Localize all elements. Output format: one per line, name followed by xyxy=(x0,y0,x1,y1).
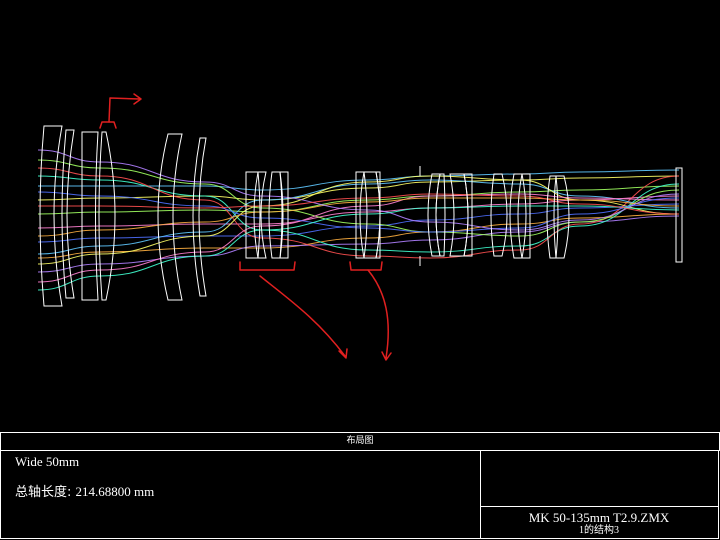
lens-element-6 xyxy=(192,137,207,297)
layout-title: 布局图 xyxy=(0,432,720,451)
axial-length-value: 214.68800 mm xyxy=(75,484,155,499)
lens-element-16 xyxy=(449,173,469,257)
title-block: 布局图 Wide 50mm 总轴长度: 214.68800 mm MK 50-1… xyxy=(0,432,720,540)
title-block-empty-cell xyxy=(480,450,719,507)
lens-element-22 xyxy=(555,175,570,259)
ray-1 xyxy=(38,169,680,191)
layout-plot xyxy=(0,0,720,432)
arrow-group-1 xyxy=(108,93,142,123)
lens-elements xyxy=(39,125,683,307)
lens-element-7 xyxy=(245,171,259,259)
lens-element-21 xyxy=(546,175,557,259)
ray-17 xyxy=(37,205,680,291)
ray-bundles xyxy=(37,149,680,291)
lens-element-1 xyxy=(39,125,63,307)
lens-element-5 xyxy=(157,133,183,301)
title-block-file-cell: MK 50-135mm T2.9.ZMX 1的结构3 xyxy=(480,507,719,539)
lens-element-15 xyxy=(435,173,446,257)
image-plane xyxy=(675,167,683,263)
bracket-group-3 xyxy=(349,261,383,271)
file-name: MK 50-135mm T2.9.ZMX xyxy=(528,510,670,525)
lens-element-4 xyxy=(98,131,116,301)
ray-10 xyxy=(37,179,680,255)
lens-element-8 xyxy=(257,171,267,259)
lens-element-13 xyxy=(375,171,381,259)
bracket-group-2 xyxy=(239,261,296,271)
axial-length-label: 总轴长度: xyxy=(15,485,72,500)
ray-18 xyxy=(38,193,680,215)
arrow-group-2 xyxy=(259,275,348,359)
ray-6 xyxy=(37,213,680,259)
title-block-info: Wide 50mm 总轴长度: 214.68800 mm xyxy=(0,450,481,539)
lens-element-11 xyxy=(355,171,365,259)
lens-element-10 xyxy=(279,171,289,259)
lens-element-19 xyxy=(509,173,523,259)
axial-length-row: 总轴长度: 214.68800 mm xyxy=(15,481,154,500)
configuration-label: Wide 50mm xyxy=(15,454,80,469)
lens-element-3 xyxy=(81,131,99,301)
lens-layout-svg xyxy=(37,93,683,361)
lens-element-17 xyxy=(463,173,473,257)
config-info: 1的结构3 xyxy=(579,525,619,536)
arrow-group-3 xyxy=(367,269,392,361)
bracket-group-1 xyxy=(99,121,117,129)
